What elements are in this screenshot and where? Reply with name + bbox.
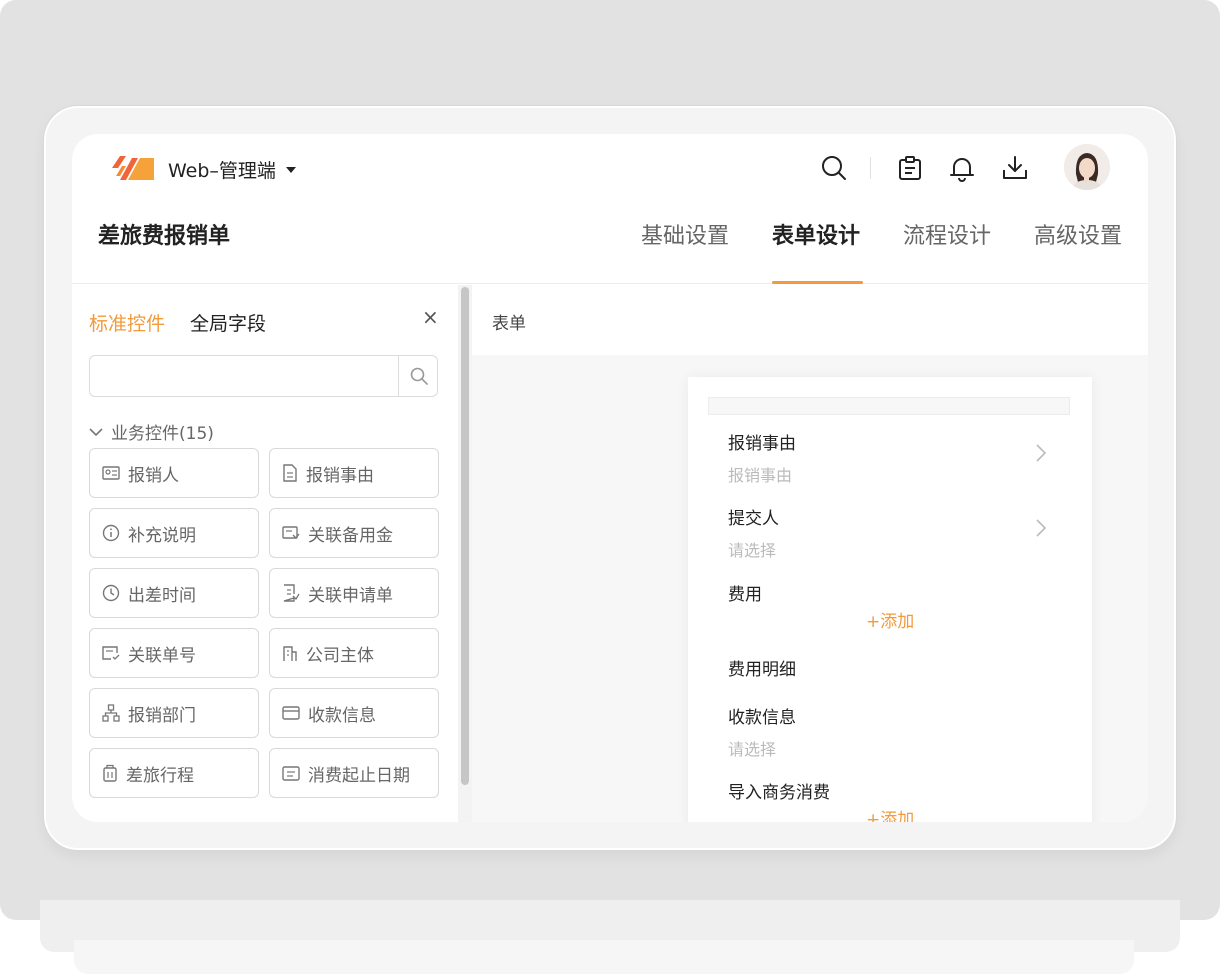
toolbar-divider (870, 157, 871, 179)
tab-advanced-settings[interactable]: 高级设置 (1034, 218, 1122, 250)
info-icon (102, 524, 120, 542)
building-icon (283, 646, 297, 661)
app-switcher[interactable]: Web–管理端 (168, 156, 296, 183)
form-canvas: 表单 报销事由 报销事由 提交人 请选择 费用 +添加 费用明细 收款信息 请选… (472, 285, 1148, 822)
form-field-reason[interactable]: 报销事由 报销事由 (728, 429, 796, 486)
form-field-expense: 费用 (728, 580, 762, 605)
form-canvas-title: 表单 (492, 314, 526, 334)
control-item-linked-number[interactable]: 关联单号 (89, 628, 259, 678)
control-item-department[interactable]: 报销部门 (89, 688, 259, 738)
control-label: 关联备用金 (308, 525, 393, 546)
id-card-icon (102, 466, 120, 480)
form-field-submitter[interactable]: 提交人 请选择 (728, 504, 779, 561)
luggage-icon (103, 764, 117, 782)
logo-icon (112, 156, 154, 180)
control-label: 公司主体 (306, 645, 374, 666)
add-expense-button[interactable]: +添加 (866, 607, 914, 632)
form-field-payee-info[interactable]: 收款信息 请选择 (728, 703, 796, 760)
field-placeholder: 请选择 (728, 541, 777, 560)
control-label: 报销人 (128, 465, 179, 486)
avatar-portrait-icon (1064, 144, 1110, 190)
org-chart-icon (102, 704, 120, 722)
control-label: 出差时间 (128, 585, 196, 606)
top-bar: Web–管理端 (72, 134, 1148, 200)
card-stack-layer (74, 940, 1134, 974)
receipt-icon (102, 646, 120, 660)
card-icon (282, 706, 300, 720)
field-label: 报销事由 (728, 434, 796, 454)
scrollbar-thumb[interactable] (461, 287, 469, 785)
control-label: 关联申请单 (308, 585, 393, 606)
app-name-label: Web–管理端 (168, 160, 276, 182)
control-item-note[interactable]: 补充说明 (89, 508, 259, 558)
tab-form-design[interactable]: 表单设计 (772, 218, 860, 250)
form-header-strip (708, 397, 1070, 415)
form-canvas-header: 表单 (472, 285, 1148, 355)
control-item-reimburser[interactable]: 报销人 (89, 448, 259, 498)
field-label: 费用明细 (728, 660, 796, 680)
field-placeholder: 报销事由 (728, 466, 793, 485)
device-frame: Web–管理端 差旅费报销单 基础设置 表单设计 流程设计 高级设置 标准控件 … (44, 106, 1176, 850)
control-label: 消费起止日期 (308, 765, 410, 786)
control-item-payee-info[interactable]: 收款信息 (269, 688, 439, 738)
control-item-date-range[interactable]: 消费起止日期 (269, 748, 439, 798)
search-button[interactable] (398, 356, 438, 396)
control-item-linked-application[interactable]: 关联申请单 (269, 568, 439, 618)
field-placeholder: 请选择 (728, 740, 777, 759)
clock-icon (102, 584, 120, 602)
control-label: 报销事由 (306, 465, 374, 486)
page-title: 差旅费报销单 (98, 224, 231, 249)
control-item-company[interactable]: 公司主体 (269, 628, 439, 678)
tab-flow-design[interactable]: 流程设计 (903, 218, 991, 250)
search-icon (410, 367, 428, 385)
tab-basic-settings[interactable]: 基础设置 (641, 218, 729, 250)
form-link-icon (283, 584, 300, 602)
control-item-petty-cash[interactable]: 关联备用金 (269, 508, 439, 558)
group-toggle[interactable]: 业务控件(15) (89, 419, 214, 444)
search-box (89, 355, 438, 397)
search-icon[interactable] (820, 154, 848, 182)
control-item-trip-time[interactable]: 出差时间 (89, 568, 259, 618)
clipboard-icon[interactable] (896, 154, 924, 182)
control-item-reason[interactable]: 报销事由 (269, 448, 439, 498)
app-screen: Web–管理端 差旅费报销单 基础设置 表单设计 流程设计 高级设置 标准控件 … (72, 134, 1148, 822)
form-field-business-import: 导入商务消费 (728, 778, 830, 803)
control-label: 补充说明 (128, 525, 196, 546)
chevron-right-icon (1036, 444, 1047, 462)
title-bar: 差旅费报销单 基础设置 表单设计 流程设计 高级设置 (72, 200, 1148, 284)
document-icon (283, 464, 297, 482)
user-avatar[interactable] (1064, 144, 1110, 190)
control-panel: 标准控件 全局字段 × 业务控件(15) 报销人 报销事由 补充说明 关联备用金… (72, 285, 458, 822)
control-label: 关联单号 (128, 645, 196, 666)
close-icon[interactable]: × (422, 307, 439, 327)
field-label: 提交人 (728, 509, 779, 529)
tab-global-fields[interactable]: 全局字段 (190, 309, 266, 336)
caret-down-icon (285, 167, 296, 173)
add-business-expense-button[interactable]: +添加 (866, 805, 914, 822)
control-label: 收款信息 (308, 705, 376, 726)
calendar-icon (282, 766, 300, 781)
tab-standard-controls[interactable]: 标准控件 (89, 309, 165, 336)
field-label: 导入商务消费 (728, 783, 830, 803)
field-label: 收款信息 (728, 708, 796, 728)
control-item-itinerary[interactable]: 差旅行程 (89, 748, 259, 798)
active-tab-indicator (772, 281, 863, 284)
form-preview: 报销事由 报销事由 提交人 请选择 费用 +添加 费用明细 收款信息 请选择 导… (688, 377, 1092, 822)
bell-icon[interactable] (948, 154, 976, 182)
control-label: 报销部门 (128, 705, 196, 726)
chevron-right-icon (1036, 519, 1047, 537)
control-label: 差旅行程 (126, 765, 194, 786)
field-label: 费用 (728, 585, 762, 605)
money-link-icon (282, 526, 300, 539)
search-input[interactable] (90, 356, 398, 396)
chevron-down-icon (89, 427, 103, 436)
download-icon[interactable] (1001, 154, 1029, 182)
form-field-expense-detail: 费用明细 (728, 655, 796, 680)
group-label: 业务控件(15) (111, 424, 214, 444)
panel-scrollbar[interactable] (458, 285, 472, 822)
